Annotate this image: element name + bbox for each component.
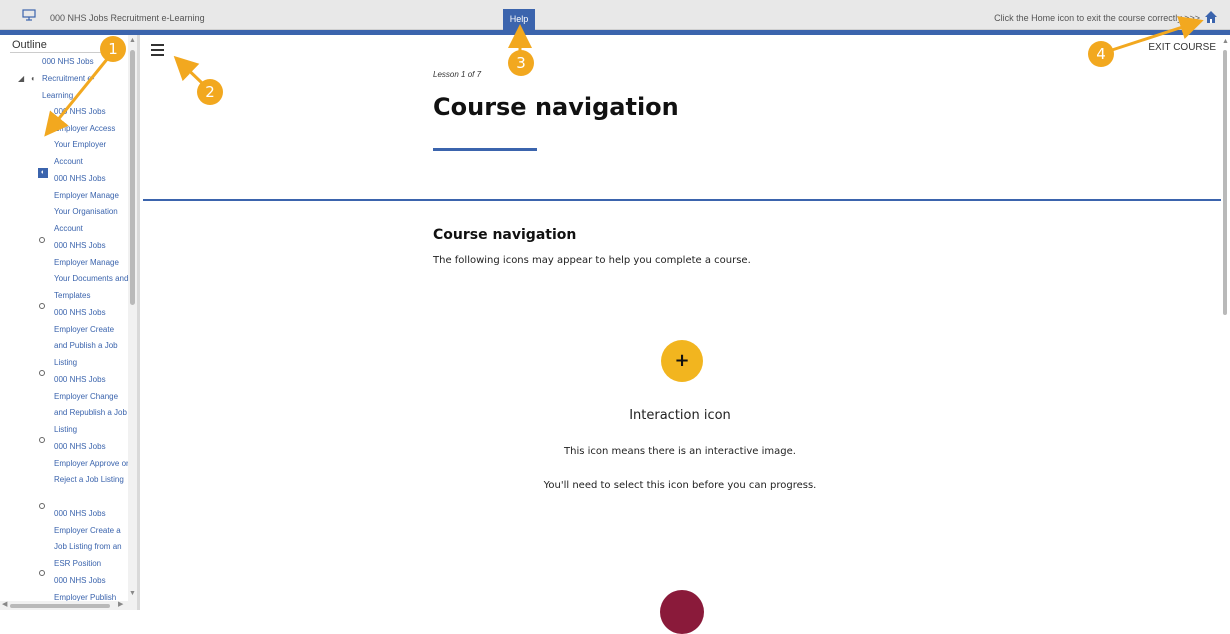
not-started-icon: [39, 437, 45, 443]
not-started-icon: [39, 237, 45, 243]
outline-item-lesson-2[interactable]: 000 NHS Jobs Employer Manage Your Organi…: [54, 171, 129, 237]
outline-title: Outline: [12, 39, 47, 51]
interaction-description: This icon means there is an interactive …: [564, 446, 796, 457]
main-scroll-up-arrow-icon[interactable]: ▲: [1222, 38, 1229, 45]
outline-item-lesson-6[interactable]: 000 NHS Jobs Employer Approve or Reject …: [54, 439, 129, 489]
annotation-badge-2: 2: [197, 79, 223, 105]
not-started-icon: [39, 303, 45, 309]
interaction-instruction: You'll need to select this icon before y…: [543, 480, 817, 491]
presentation-icon: [22, 9, 36, 21]
scroll-left-arrow-icon[interactable]: ◀: [2, 600, 7, 608]
outline-item-lesson-4[interactable]: 000 NHS Jobs Employer Create and Publish…: [54, 305, 129, 371]
lesson-title: Course navigation: [433, 93, 679, 121]
not-started-icon: [39, 370, 45, 376]
exit-course-link[interactable]: EXIT COURSE: [1148, 42, 1216, 53]
not-started-icon: [39, 570, 45, 576]
interaction-plus-icon[interactable]: +: [661, 340, 703, 382]
annotation-arrows: [44, 16, 1204, 137]
top-accent-stripe: [0, 30, 1230, 35]
lesson-count: Lesson 1 of 7: [433, 70, 482, 79]
annotation-badge-3: 3: [508, 50, 534, 76]
not-started-icon: [39, 503, 45, 509]
sidebar-scroll-thumb[interactable]: [130, 50, 135, 305]
home-hint: Click the Home icon to exit the course c…: [994, 13, 1200, 23]
title-underline: [433, 148, 537, 151]
main-scroll-thumb[interactable]: [1223, 50, 1227, 315]
outline-item-lesson-7[interactable]: 000 NHS Jobs Employer Create a Job Listi…: [54, 506, 129, 572]
scroll-right-arrow-icon[interactable]: ▶: [118, 600, 123, 608]
play-icon[interactable]: [660, 590, 704, 634]
header-divider: [143, 199, 1221, 201]
outline-item-course[interactable]: Recruitment e-Learning: [42, 71, 117, 104]
half-circle-icon: ◐: [31, 74, 36, 83]
collapse-toggle-icon[interactable]: ◢: [18, 74, 24, 83]
scroll-up-arrow-icon[interactable]: ▲: [129, 37, 136, 44]
outline-item-lesson-1[interactable]: 000 NHS Jobs Employer Access Your Employ…: [54, 104, 129, 170]
annotation-arrow-2: [173, 55, 204, 85]
sidebar-hscroll-thumb[interactable]: [10, 604, 110, 608]
section-intro-text: The following icons may appear to help y…: [433, 255, 751, 266]
hamburger-menu-icon[interactable]: [151, 44, 165, 56]
annotation-badge-1: 1: [100, 36, 126, 62]
section-heading: Course navigation: [433, 227, 577, 243]
app-title: 000 NHS Jobs Recruitment e-Learning: [50, 13, 205, 23]
annotation-badge-4: 4: [1088, 41, 1114, 67]
outline-item-lesson-3[interactable]: 000 NHS Jobs Employer Manage Your Docume…: [54, 238, 129, 304]
current-lesson-icon: ◐: [38, 168, 48, 178]
outline-item-lesson-5[interactable]: 000 NHS Jobs Employer Change and Republi…: [54, 372, 129, 438]
outline-sidebar: Outline 000 NHS Jobs ◢ ◐ Recruitment e-L…: [0, 35, 140, 610]
help-button[interactable]: Help: [503, 9, 535, 30]
scroll-down-arrow-icon[interactable]: ▼: [129, 590, 136, 597]
interaction-icon-title: Interaction icon: [629, 408, 731, 423]
home-icon[interactable]: [1204, 10, 1218, 24]
